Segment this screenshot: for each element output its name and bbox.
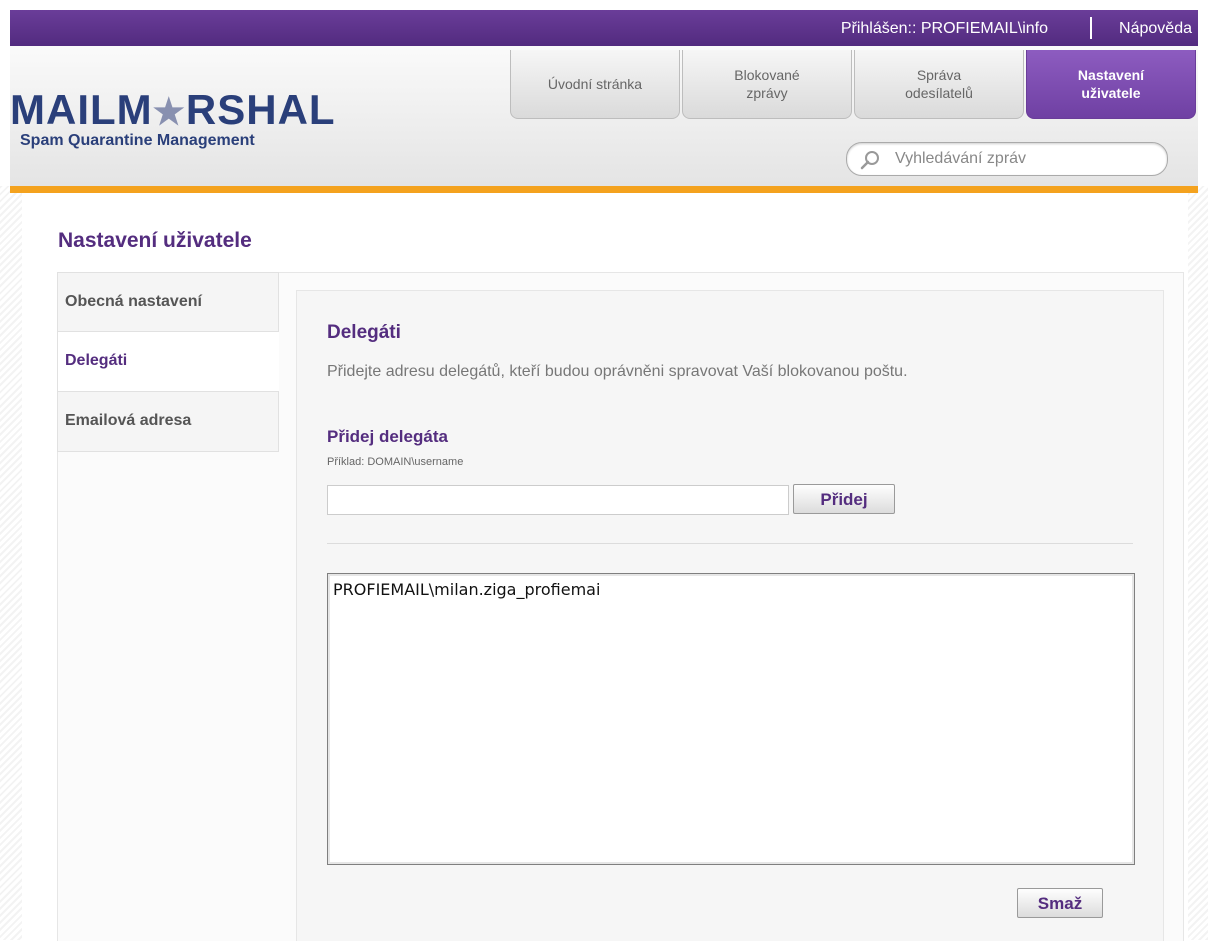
tab-blocked-messages[interactable]: Blokované zprávy xyxy=(682,50,852,119)
tab-blocked-messages-label: Blokované zprávy xyxy=(734,67,800,101)
side-item-email-address[interactable]: Emailová adresa xyxy=(57,392,279,452)
logo-text-part2: RSHAL xyxy=(185,86,336,133)
search-icon[interactable] xyxy=(859,149,881,171)
tab-sender-management-label: Správa odesílatelů xyxy=(905,67,973,101)
tab-home[interactable]: Úvodní stránka xyxy=(510,50,680,119)
logo-text-part1: MAILM xyxy=(10,86,153,133)
main-nav: Úvodní stránka Blokované zprávy Správa o… xyxy=(510,50,1198,119)
background-texture-right xyxy=(1188,186,1208,940)
side-menu: Obecná nastavení Delegáti Emailová adres… xyxy=(57,272,279,452)
search-input[interactable] xyxy=(893,149,1157,169)
login-status: Přihlášen:: PROFIEMAIL\info xyxy=(840,20,1048,37)
add-delegate-button[interactable]: Přidej xyxy=(793,484,895,514)
help-link[interactable]: Nápověda xyxy=(1119,20,1192,38)
search-box[interactable] xyxy=(846,142,1168,176)
delegates-listbox[interactable]: PROFIEMAIL\milan.ziga_profiemai xyxy=(327,573,1135,865)
page-title: Nastavení uživatele xyxy=(58,229,252,252)
side-item-delegates[interactable]: Delegáti xyxy=(57,332,279,392)
tab-sender-management[interactable]: Správa odesílatelů xyxy=(854,50,1024,119)
logo-subtitle: Spam Quarantine Management xyxy=(20,132,255,149)
delete-delegate-button[interactable]: Smaž xyxy=(1017,888,1103,918)
tab-user-settings-label: Nastavení uživatele xyxy=(1077,67,1145,101)
top-bar: Přihlášen:: PROFIEMAIL\info Nápověda xyxy=(10,10,1198,46)
logo-star-icon: ★ xyxy=(152,91,186,132)
add-delegate-title: Přidej delegáta xyxy=(327,427,448,446)
tab-user-settings[interactable]: Nastavení uživatele xyxy=(1026,50,1196,119)
background-texture-left xyxy=(0,186,22,940)
tab-home-label: Úvodní stránka xyxy=(547,76,643,92)
section-description: Přidejte adresu delegátů, kteří budou op… xyxy=(327,363,908,380)
delegate-input[interactable] xyxy=(327,485,789,515)
add-delegate-example: Příklad: DOMAIN\username xyxy=(327,456,464,468)
delegates-panel: Delegáti Přidejte adresu delegátů, kteří… xyxy=(296,290,1164,941)
header: MAILM★RSHAL Spam Quarantine Management Ú… xyxy=(10,46,1198,193)
section-title: Delegáti xyxy=(327,322,401,343)
divider xyxy=(327,543,1133,544)
logo[interactable]: MAILM★RSHAL xyxy=(10,86,336,134)
top-bar-separator xyxy=(1090,17,1092,39)
side-item-general-settings[interactable]: Obecná nastavení xyxy=(57,272,279,332)
list-item[interactable]: PROFIEMAIL\milan.ziga_profiemai xyxy=(333,580,1129,599)
